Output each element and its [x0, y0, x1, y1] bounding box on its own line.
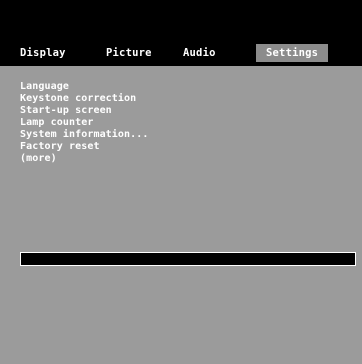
- settings-item-list: Language Keystone correction Start-up sc…: [20, 81, 149, 165]
- osd-menu: Display Picture Audio Settings Language …: [0, 0, 362, 364]
- menu-item-lamp-counter[interactable]: Lamp counter: [20, 117, 149, 129]
- tab-audio[interactable]: Audio: [183, 44, 216, 62]
- settings-panel: Language Keystone correction Start-up sc…: [0, 66, 362, 364]
- menu-item-factory-reset[interactable]: Factory reset: [20, 141, 149, 153]
- menu-item-keystone-correction[interactable]: Keystone correction: [20, 93, 149, 105]
- status-bar: [20, 252, 356, 266]
- menu-item-language[interactable]: Language: [20, 81, 149, 93]
- menu-item-system-information[interactable]: System information...: [20, 129, 149, 141]
- tab-display[interactable]: Display: [20, 44, 66, 62]
- tab-settings[interactable]: Settings: [256, 44, 329, 62]
- tab-picture[interactable]: Picture: [106, 44, 152, 62]
- menu-item-start-up-screen[interactable]: Start-up screen: [20, 105, 149, 117]
- top-black-band: [0, 0, 362, 40]
- menu-tab-bar: Display Picture Audio Settings: [0, 40, 362, 66]
- menu-item-more[interactable]: (more): [20, 153, 149, 165]
